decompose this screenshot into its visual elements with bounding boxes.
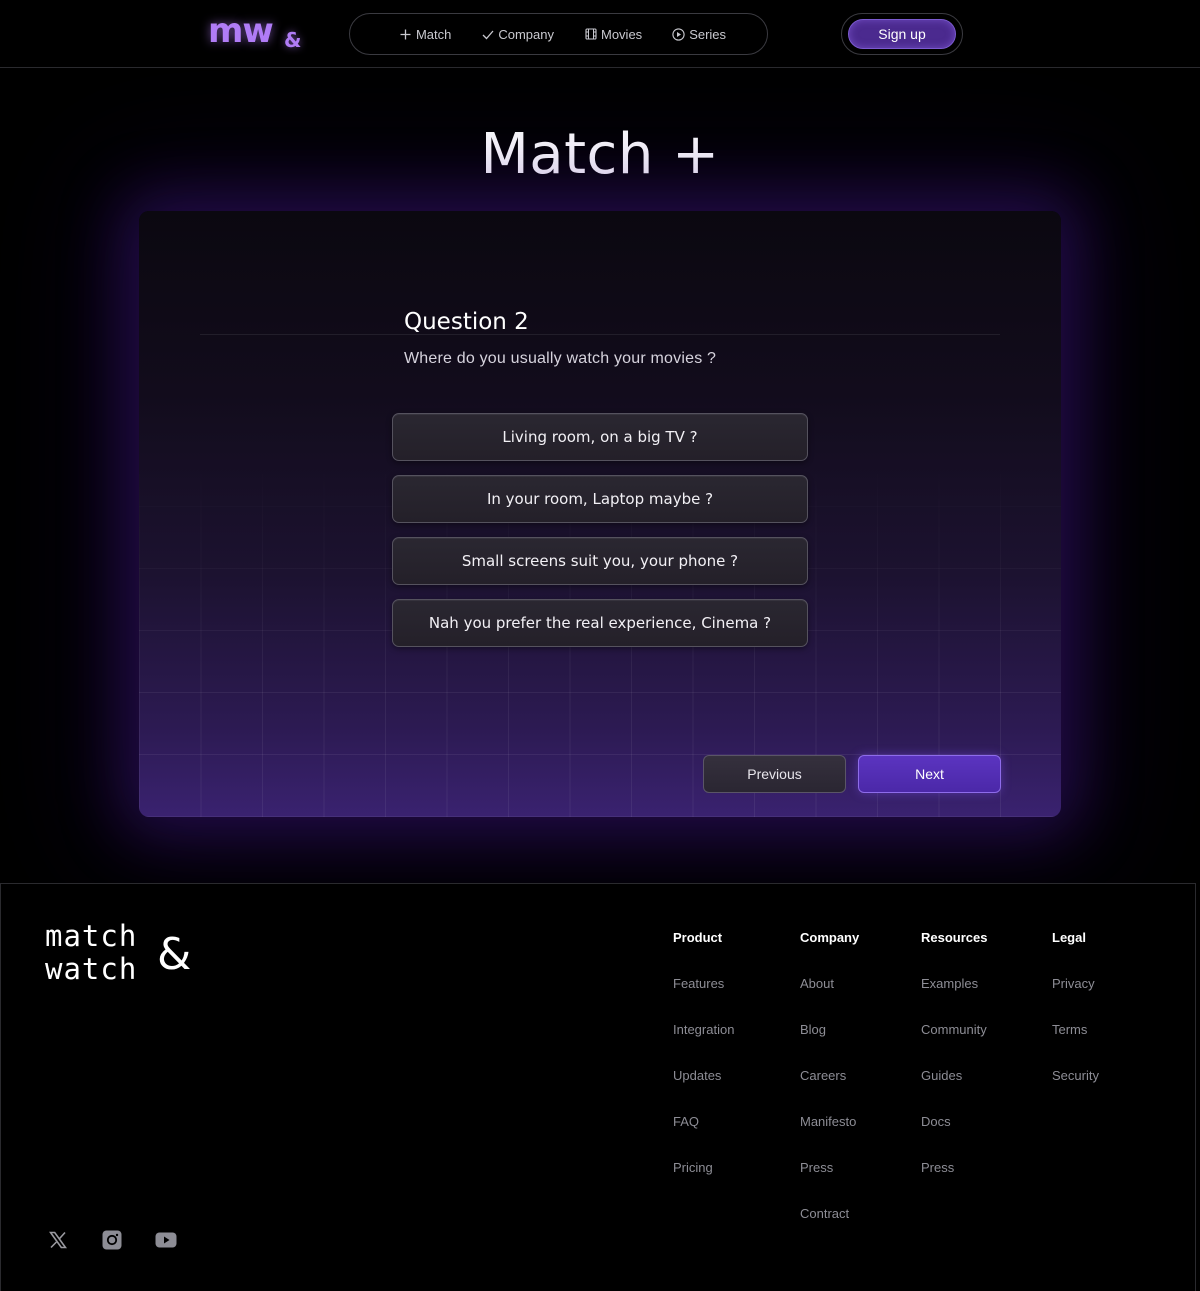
nav-item-company[interactable]: Company xyxy=(481,27,554,42)
signup-wrapper: Sign up xyxy=(841,13,963,55)
question-text: Where do you usually watch your movies ? xyxy=(404,350,717,367)
footer: match watch & Product Features Integrati… xyxy=(0,883,1196,1291)
next-button[interactable]: Next xyxy=(858,755,1001,793)
x-icon[interactable] xyxy=(46,1228,70,1252)
footer-link[interactable]: FAQ xyxy=(673,1114,734,1134)
footer-column-heading: Resources xyxy=(921,930,988,945)
divider xyxy=(200,334,1000,335)
logo-text: mw xyxy=(208,11,274,51)
answer-option[interactable]: Small screens suit you, your phone ? xyxy=(392,537,808,585)
footer-link[interactable]: Examples xyxy=(921,976,987,996)
footer-column-legal: Legal Privacy Terms Security xyxy=(1052,930,1099,1088)
footer-column-heading: Company xyxy=(800,930,860,945)
instagram-icon[interactable] xyxy=(100,1228,124,1252)
footer-logo[interactable]: match watch & xyxy=(45,920,205,990)
footer-link[interactable]: Press xyxy=(921,1160,987,1180)
play-circle-icon xyxy=(672,27,685,41)
check-icon xyxy=(481,28,494,41)
footer-link[interactable]: Features xyxy=(673,976,734,996)
logo[interactable]: mw & xyxy=(208,12,308,52)
footer-link[interactable]: Terms xyxy=(1052,1022,1099,1042)
nav-item-series[interactable]: Series xyxy=(672,27,726,42)
footer-column-resources: Resources Examples Community Guides Docs… xyxy=(921,930,987,1180)
youtube-icon[interactable] xyxy=(154,1228,178,1252)
footer-link[interactable]: Security xyxy=(1052,1068,1099,1088)
nav-item-label: Movies xyxy=(601,26,643,42)
footer-link[interactable]: Pricing xyxy=(673,1160,734,1180)
footer-link[interactable]: About xyxy=(800,976,859,996)
footer-link[interactable]: Blog xyxy=(800,1022,859,1042)
footer-column-heading: Legal xyxy=(1052,930,1086,945)
main-nav: Match Company Movies Series xyxy=(349,13,768,55)
plus-icon xyxy=(399,28,412,41)
previous-button[interactable]: Previous xyxy=(703,755,846,793)
footer-link[interactable]: Manifesto xyxy=(800,1114,859,1134)
header: mw & Match Company Movies Series Sign up xyxy=(0,0,1200,68)
footer-link[interactable]: Integration xyxy=(673,1022,734,1042)
footer-column-product: Product Features Integration Updates FAQ… xyxy=(673,930,734,1180)
question-title: Question 2 xyxy=(404,309,529,335)
footer-link[interactable]: Community xyxy=(921,1022,987,1042)
footer-column-heading: Product xyxy=(673,930,723,945)
answer-option[interactable]: Living room, on a big TV ? xyxy=(392,413,808,461)
footer-logo-line2: watch xyxy=(45,952,138,986)
logo-ampersand: & xyxy=(284,28,302,52)
answer-option[interactable]: In your room, Laptop maybe ? xyxy=(392,475,808,523)
nav-item-label: Company xyxy=(498,26,554,42)
footer-link[interactable]: Updates xyxy=(673,1068,734,1088)
quiz-card: Question 2 Where do you usually watch yo… xyxy=(139,211,1061,817)
nav-item-label: Series xyxy=(689,26,727,42)
footer-logo-ampersand: & xyxy=(157,929,192,980)
footer-link[interactable]: Docs xyxy=(921,1114,987,1134)
footer-link[interactable]: Contract xyxy=(800,1206,859,1226)
film-icon xyxy=(584,28,597,41)
answer-options: Living room, on a big TV ? In your room,… xyxy=(392,413,808,661)
footer-link[interactable]: Privacy xyxy=(1052,976,1099,996)
nav-item-label: Match xyxy=(415,26,452,42)
footer-link[interactable]: Press xyxy=(800,1160,859,1180)
signup-button[interactable]: Sign up xyxy=(848,19,956,49)
footer-logo-line1: match xyxy=(45,919,138,953)
page-title: Match + xyxy=(480,122,720,187)
nav-item-match[interactable]: Match xyxy=(399,27,451,42)
footer-column-company: Company About Blog Careers Manifesto Pre… xyxy=(800,930,859,1226)
footer-link[interactable]: Guides xyxy=(921,1068,987,1088)
footer-link[interactable]: Careers xyxy=(800,1068,859,1088)
nav-item-movies[interactable]: Movies xyxy=(584,27,642,42)
answer-option[interactable]: Nah you prefer the real experience, Cine… xyxy=(392,599,808,647)
